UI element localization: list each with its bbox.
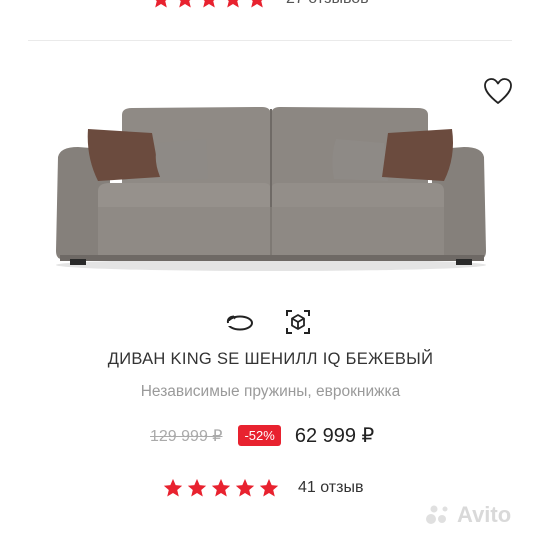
price-row: 129 999 ₽ -52% 62 999 ₽	[150, 423, 374, 448]
star-icon	[227, 0, 239, 8]
discount-badge: -52%	[238, 425, 281, 446]
old-price: 129 999 ₽	[150, 427, 223, 445]
review-count-bottom[interactable]: 41 отзыв	[298, 479, 363, 497]
ar-view-icon[interactable]	[283, 307, 313, 337]
star-icon	[155, 0, 167, 8]
rotate-360-icon[interactable]	[225, 308, 255, 338]
product-image[interactable]	[40, 95, 502, 275]
rating-bottom: 41 отзыв	[162, 477, 363, 499]
star-rating-top	[150, 0, 268, 10]
star-icon	[179, 0, 191, 8]
avito-logo-icon	[426, 505, 448, 524]
current-price: 62 999 ₽	[294, 425, 375, 447]
star-icon	[211, 478, 231, 497]
product-title[interactable]: ДИВАН KING SE ШЕНИЛЛ IQ БЕЖЕВЫЙ	[0, 350, 541, 369]
star-rating-bottom	[162, 477, 280, 499]
star-icon	[259, 478, 279, 497]
review-count-top[interactable]: 27 отзывов	[286, 0, 369, 8]
star-icon	[203, 0, 215, 8]
star-icon	[187, 478, 207, 497]
star-icon	[251, 0, 263, 8]
avito-watermark: Avito	[425, 502, 511, 528]
product-subtitle: Независимые пружины, еврокнижка	[140, 383, 401, 400]
watermark-text: Avito	[457, 502, 512, 527]
star-icon	[163, 478, 183, 497]
divider	[28, 40, 512, 41]
sofa-illustration	[56, 107, 486, 271]
star-icon	[235, 478, 255, 497]
rating-top: 27 отзывов	[150, 0, 369, 10]
